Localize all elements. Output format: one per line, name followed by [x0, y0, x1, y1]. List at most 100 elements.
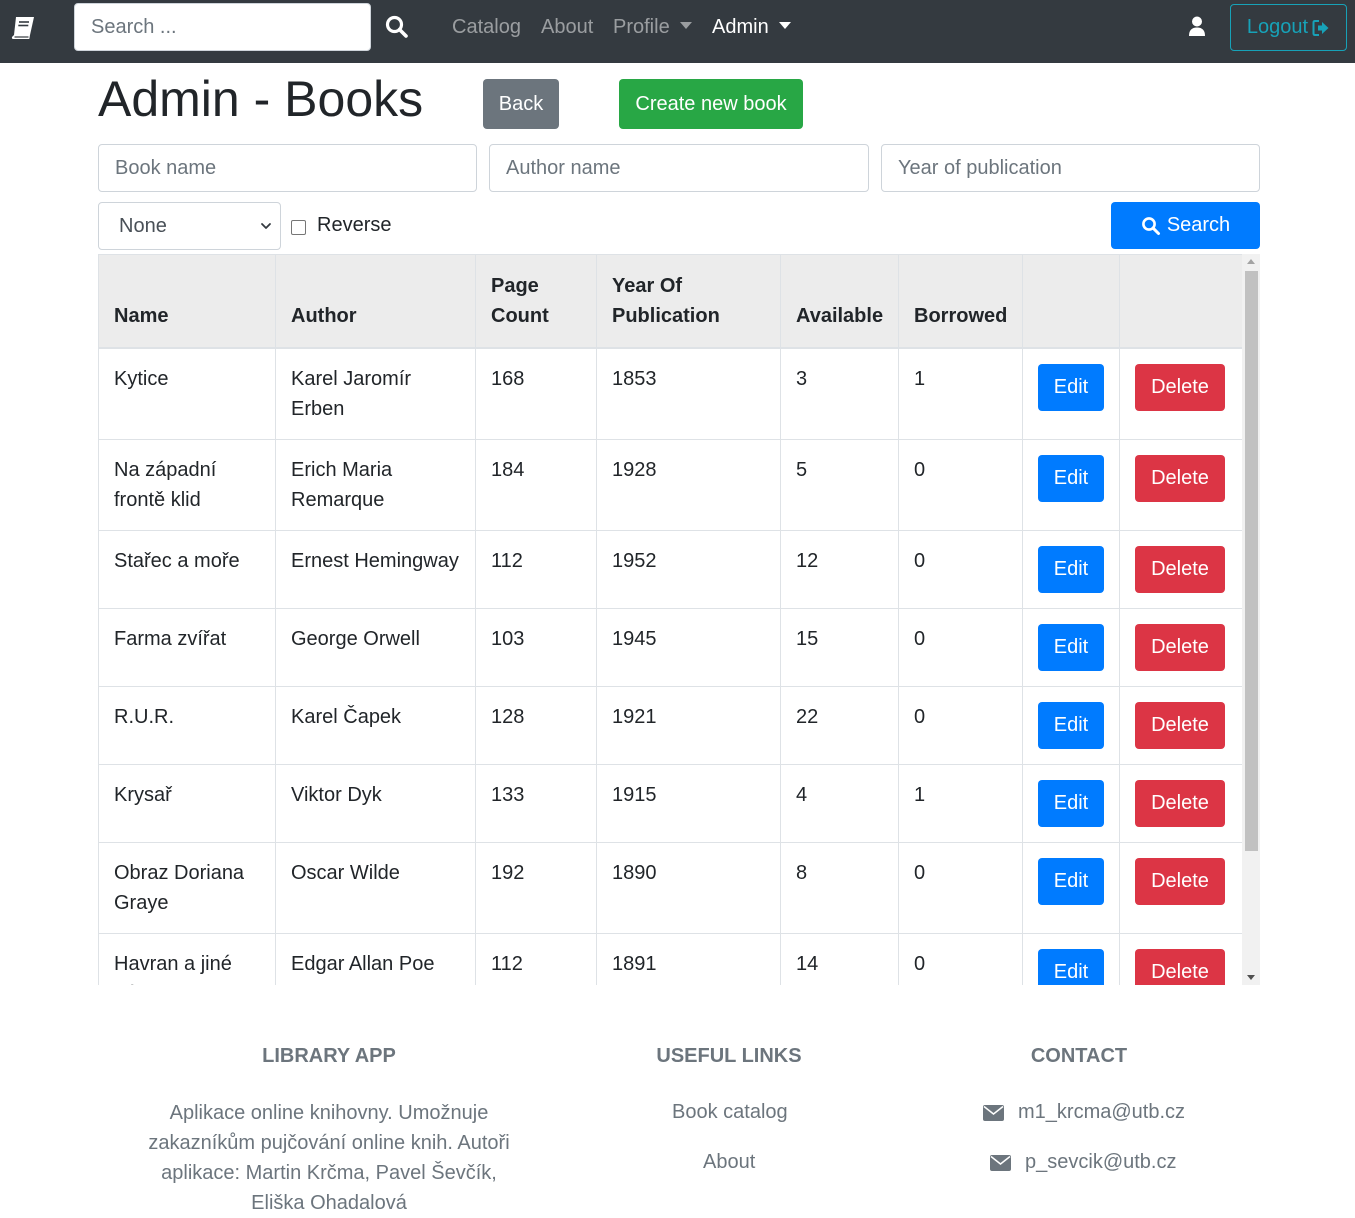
sort-select-value: None	[119, 214, 167, 237]
search-button-label: Search	[1166, 214, 1231, 236]
footer-links-heading: Useful links	[656, 1045, 802, 1067]
sort-select[interactable]: None	[98, 202, 281, 250]
envelope-icon	[983, 1104, 1004, 1121]
contact-email-2[interactable]: p_sevcik@utb.cz	[990, 1151, 1176, 1174]
sign-out-icon	[1312, 19, 1329, 36]
book-name-input[interactable]	[98, 144, 477, 192]
table-header-row: Name Author Page Count Year Of Publicati…	[98, 254, 1243, 349]
scroll-up-arrow-icon[interactable]	[1247, 259, 1255, 264]
delete-button[interactable]: Delete	[1135, 857, 1225, 905]
column-header-author[interactable]: Author	[275, 254, 476, 349]
cell-available: 4	[780, 763, 899, 843]
delete-button[interactable]: Delete	[1135, 948, 1225, 985]
footer-book-catalog-link[interactable]: Book catalog	[672, 1101, 788, 1124]
user-icon[interactable]	[1188, 16, 1206, 38]
reverse-checkbox[interactable]	[291, 219, 306, 235]
column-header-delete	[1119, 254, 1243, 349]
cell-name: Havran a jiné básně	[98, 932, 276, 985]
cell-borrowed: 0	[898, 685, 1023, 765]
delete-button[interactable]: Delete	[1135, 363, 1225, 411]
cell-name: Stařec a moře	[98, 529, 276, 609]
nav-profile-label: Profile	[613, 16, 670, 38]
edit-button[interactable]: Edit	[1038, 948, 1104, 985]
edit-button[interactable]: Edit	[1038, 363, 1104, 411]
chevron-down-icon	[261, 223, 271, 229]
cell-name: Obraz Doriana Graye	[98, 841, 276, 934]
books-table-body: Kytice Karel Jaromír Erben 168 1853 3 1 Edit De…	[98, 347, 1243, 985]
cell-name: Krysař	[98, 763, 276, 843]
table-row: Havran a jiné básněEdgar Allan Poe112189…	[98, 932, 1243, 985]
cell-year: 1891	[596, 932, 781, 985]
cell-available: 5	[780, 438, 899, 531]
nav-catalog-link[interactable]: Catalog	[452, 16, 521, 39]
column-header-page-count[interactable]: Page Count	[475, 254, 597, 349]
edit-button[interactable]: Edit	[1038, 454, 1104, 502]
scroll-down-arrow-icon[interactable]	[1247, 975, 1255, 980]
nav-profile-dropdown[interactable]: Profile	[613, 16, 692, 39]
cell-delete: Delete	[1119, 438, 1243, 531]
cell-page-count: 133	[475, 763, 597, 843]
delete-button[interactable]: Delete	[1135, 454, 1225, 502]
navbar: Catalog About Profile Admin Logout	[0, 0, 1355, 63]
cell-author: Oscar Wilde	[275, 841, 476, 934]
table-scrollbar[interactable]	[1242, 254, 1260, 985]
delete-button[interactable]: Delete	[1135, 545, 1225, 593]
nav-admin-dropdown[interactable]: Admin	[712, 16, 791, 39]
cell-page-count: 168	[475, 347, 597, 440]
cell-available: 3	[780, 347, 899, 440]
column-header-available[interactable]: Available	[780, 254, 899, 349]
cell-author: George Orwell	[275, 607, 476, 687]
back-button[interactable]: Back	[483, 79, 559, 129]
reverse-option: Reverse	[291, 214, 391, 237]
cell-delete: Delete	[1119, 932, 1243, 985]
column-header-year[interactable]: Year Of Publication	[596, 254, 781, 349]
caret-down-icon	[778, 22, 791, 29]
delete-button[interactable]: Delete	[1135, 779, 1225, 827]
table-row: Stařec a moře Ernest Hemingway 112 1952 12 0 E…	[98, 529, 1243, 609]
search-button[interactable]: Search	[1111, 202, 1260, 249]
cell-borrowed: 0	[898, 841, 1023, 934]
cell-edit: Edit	[1022, 529, 1120, 609]
reverse-label: Reverse	[317, 214, 392, 236]
search-icon[interactable]	[384, 14, 410, 40]
search-icon	[1141, 216, 1160, 235]
footer-contact-column: Contact	[979, 1040, 1179, 1072]
cell-edit: Edit	[1022, 841, 1120, 934]
cell-page-count: 128	[475, 685, 597, 765]
author-name-input[interactable]	[489, 144, 869, 192]
contact-email-1[interactable]: m1_krcma@utb.cz	[983, 1101, 1185, 1124]
nav-about-link[interactable]: About	[541, 16, 593, 39]
edit-button[interactable]: Edit	[1038, 545, 1104, 593]
column-header-borrowed[interactable]: Borrowed	[898, 254, 1023, 349]
year-of-publication-input[interactable]	[881, 144, 1260, 192]
edit-button[interactable]: Edit	[1038, 779, 1104, 827]
column-header-name[interactable]: Name	[98, 254, 276, 349]
cell-year: 1952	[596, 529, 781, 609]
cell-borrowed: 0	[898, 607, 1023, 687]
cell-available: 12	[780, 529, 899, 609]
footer-app-column: Library app	[229, 1040, 429, 1072]
contact-email-text: m1_krcma@utb.cz	[1018, 1101, 1186, 1123]
delete-button[interactable]: Delete	[1135, 623, 1225, 671]
cell-delete: Delete	[1119, 529, 1243, 609]
edit-button[interactable]: Edit	[1038, 623, 1104, 671]
create-new-book-button[interactable]: Create new book	[619, 79, 803, 129]
logout-button[interactable]: Logout	[1230, 4, 1347, 51]
scrollbar-thumb[interactable]	[1245, 271, 1258, 851]
footer-links-column: Useful links	[629, 1040, 829, 1072]
edit-button[interactable]: Edit	[1038, 857, 1104, 905]
cell-delete: Delete	[1119, 347, 1243, 440]
book-icon[interactable]	[10, 15, 36, 41]
cell-edit: Edit	[1022, 932, 1120, 985]
table-row: Krysař Viktor Dyk 133 1915 4 1 Edit Delete	[98, 763, 1243, 843]
envelope-icon	[990, 1154, 1011, 1171]
delete-button[interactable]: Delete	[1135, 701, 1225, 749]
nav-search-input[interactable]	[74, 3, 371, 51]
cell-name: Na západní frontě klid	[98, 438, 276, 531]
footer-about-link[interactable]: About	[703, 1151, 755, 1174]
books-table-container: Name Author Page Count Year Of Publicati…	[98, 254, 1260, 985]
edit-button[interactable]: Edit	[1038, 701, 1104, 749]
cell-edit: Edit	[1022, 763, 1120, 843]
cell-year: 1915	[596, 763, 781, 843]
table-row: R.U.R. Karel Čapek 128 1921 22 0 Edit Delete	[98, 685, 1243, 765]
